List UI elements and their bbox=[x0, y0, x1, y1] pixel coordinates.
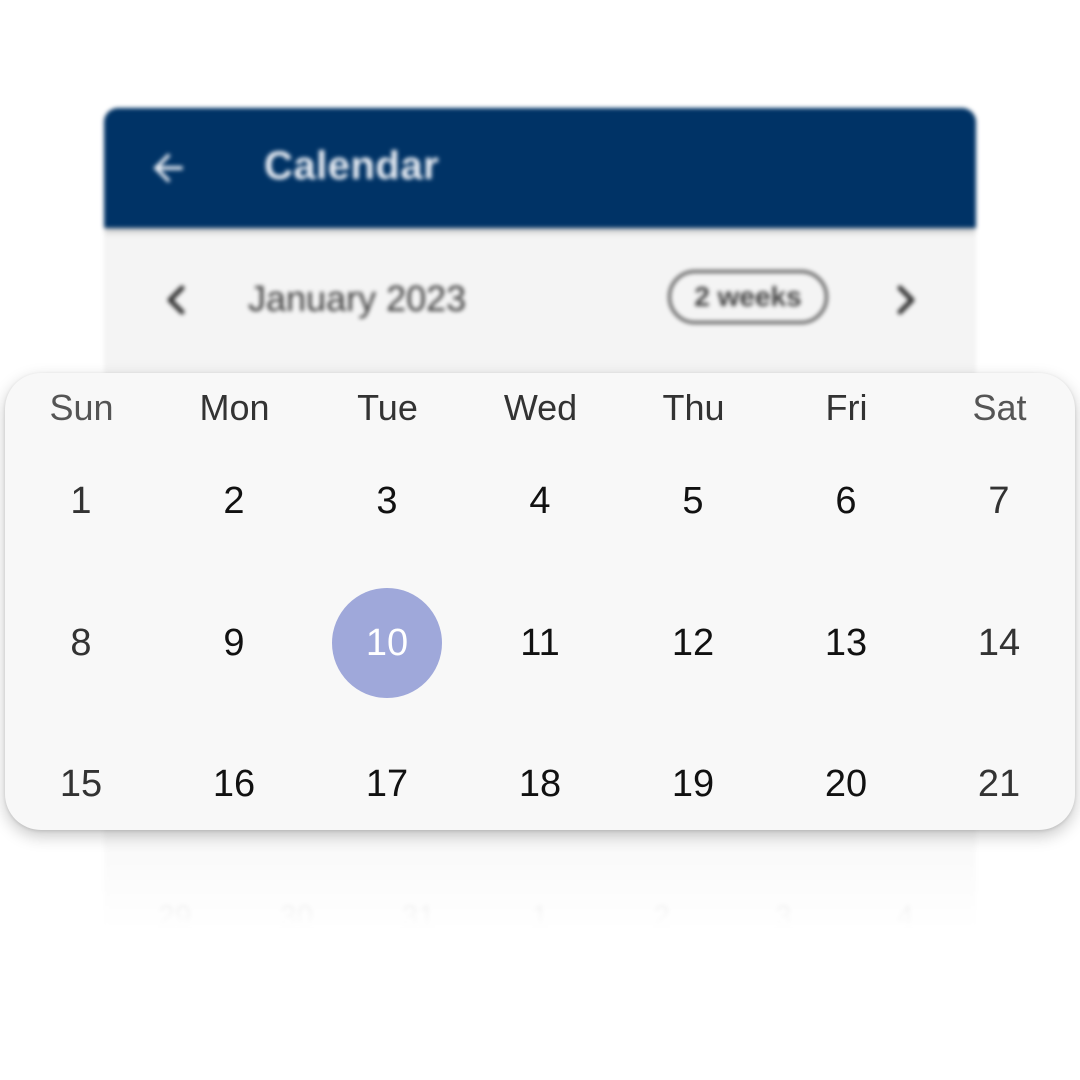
day-cell[interactable]: 4 bbox=[485, 446, 595, 556]
day-cell[interactable]: 8 bbox=[26, 588, 136, 698]
day-cell[interactable]: 7 bbox=[944, 446, 1054, 556]
day-cell[interactable]: 11 bbox=[485, 588, 595, 698]
weekday-sun: Sun bbox=[49, 387, 114, 428]
background-day: 4 bbox=[896, 900, 914, 928]
weekday-header: Sun Mon Tue Wed Thu Fri Sat bbox=[5, 373, 1075, 449]
day-cell[interactable]: 12 bbox=[638, 588, 748, 698]
day-cell[interactable]: 5 bbox=[638, 446, 748, 556]
day-cell[interactable]: 9 bbox=[179, 588, 289, 698]
background-day: 3 bbox=[775, 900, 792, 928]
day-cell[interactable]: 20 bbox=[791, 729, 901, 830]
calendar-screen: Calendar January 2023 2 weeks 29 30 31 1… bbox=[0, 0, 1080, 1080]
background-day: 1 bbox=[531, 900, 549, 928]
day-cell[interactable]: 13 bbox=[791, 588, 901, 698]
day-cell[interactable]: 1 bbox=[26, 446, 136, 556]
weekday-sat: Sat bbox=[972, 387, 1027, 428]
day-cell[interactable]: 19 bbox=[638, 729, 748, 830]
day-cell[interactable]: 6 bbox=[791, 446, 901, 556]
day-cell[interactable]: 21 bbox=[944, 729, 1054, 830]
background-day: 2 bbox=[653, 900, 671, 928]
weekday-thu: Thu bbox=[662, 387, 725, 428]
arrow-left-icon[interactable] bbox=[146, 146, 190, 190]
day-cell[interactable]: 15 bbox=[26, 729, 136, 830]
calendar-grid-card: Sun Mon Tue Wed Thu Fri Sat 1 2 3 4 5 6 … bbox=[5, 373, 1075, 830]
day-cell[interactable]: 3 bbox=[332, 446, 442, 556]
chevron-right-icon[interactable] bbox=[890, 280, 920, 320]
view-mode-button[interactable]: 2 weeks bbox=[668, 270, 828, 324]
day-cell[interactable]: 16 bbox=[179, 729, 289, 830]
month-label: January 2023 bbox=[248, 278, 467, 319]
weekday-tue: Tue bbox=[357, 387, 418, 428]
background-day: 30 bbox=[279, 900, 314, 928]
day-cell[interactable]: 17 bbox=[332, 729, 442, 830]
day-cell[interactable]: 2 bbox=[179, 446, 289, 556]
background-day: 31 bbox=[401, 900, 435, 928]
month-navigation: January 2023 2 weeks bbox=[104, 258, 976, 342]
weekday-wed: Wed bbox=[503, 387, 578, 428]
background-week-row: 29 30 31 1 2 3 4 bbox=[104, 900, 976, 928]
selected-day-cell[interactable]: 10 bbox=[332, 588, 442, 698]
app-bar: Calendar bbox=[104, 108, 976, 228]
weekday-fri: Fri bbox=[825, 387, 868, 428]
page-title: Calendar bbox=[264, 144, 440, 188]
background-day: 29 bbox=[158, 900, 192, 928]
weekday-mon: Mon bbox=[199, 387, 270, 428]
day-cell[interactable]: 14 bbox=[944, 588, 1054, 698]
chevron-left-icon[interactable] bbox=[162, 280, 192, 320]
day-cell[interactable]: 18 bbox=[485, 729, 595, 830]
